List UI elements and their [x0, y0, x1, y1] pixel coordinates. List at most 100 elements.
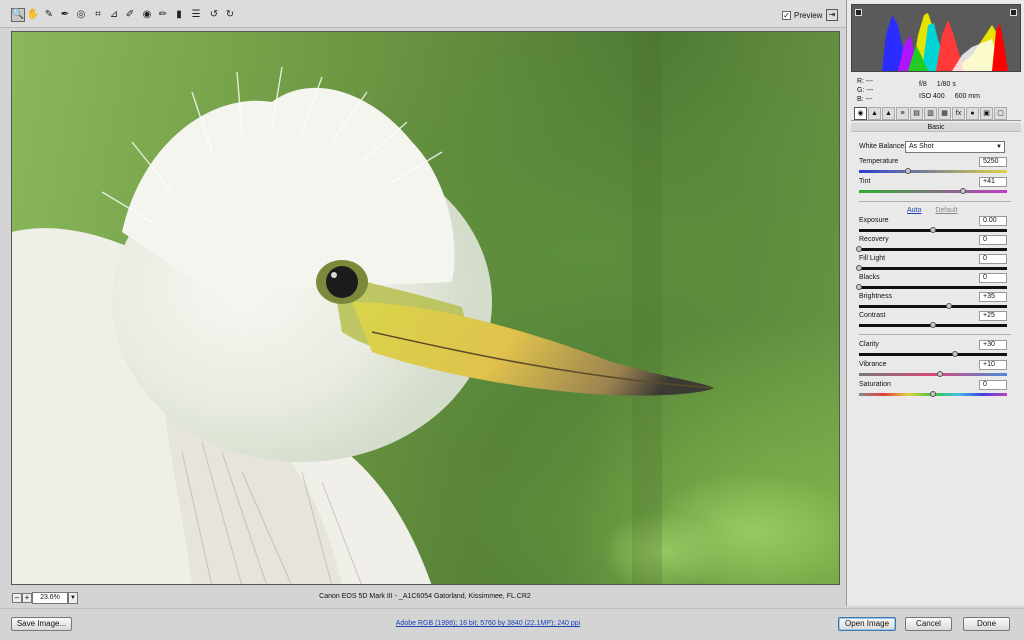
- fullscreen-mode-icon[interactable]: ⇥: [826, 9, 838, 21]
- tint-track[interactable]: [859, 190, 1007, 193]
- contrast-slider[interactable]: Contrast +25: [859, 311, 1007, 330]
- effects-tab-icon[interactable]: ▦: [938, 107, 951, 120]
- hsl-tab-icon[interactable]: ≡: [896, 107, 909, 120]
- white-balance-value: As Shot: [909, 143, 934, 150]
- blacks-label: Blacks: [859, 274, 880, 281]
- targeted-adjustment-tool-icon[interactable]: ◎: [74, 8, 88, 22]
- vibrance-thumb[interactable]: [937, 371, 944, 377]
- fx-tab-icon[interactable]: fx: [952, 107, 965, 120]
- shadow-clipping-warning-icon[interactable]: [855, 9, 862, 16]
- vibrance-label: Vibrance: [859, 361, 887, 368]
- camera-calibration-tab-icon[interactable]: ●: [966, 107, 979, 120]
- preferences-icon[interactable]: ☰: [189, 8, 203, 22]
- clarity-thumb[interactable]: [952, 351, 959, 357]
- straighten-tool-icon[interactable]: ⊿: [107, 8, 121, 22]
- done-button[interactable]: Done: [963, 617, 1010, 631]
- focal-length: 600 mm: [954, 93, 980, 100]
- camera-info: R: --- G: --- B: --- f/8 1/80 s ISO 400 60…: [857, 77, 1017, 105]
- zoom-tool-icon[interactable]: 🔍: [11, 8, 25, 22]
- hand-tool-icon[interactable]: ✋: [26, 8, 40, 22]
- spot-removal-tool-icon[interactable]: ✐: [123, 8, 137, 22]
- temperature-thumb[interactable]: [904, 168, 911, 174]
- highlight-clipping-warning-icon[interactable]: [1010, 9, 1017, 16]
- blacks-track[interactable]: [859, 286, 1007, 289]
- rotate-cw-icon[interactable]: ↻: [223, 8, 237, 22]
- save-image-button[interactable]: Save Image...: [11, 617, 72, 631]
- brightness-value-field[interactable]: +35: [979, 292, 1007, 302]
- exposure-value-field[interactable]: 0.00: [979, 216, 1007, 226]
- exposure-thumb[interactable]: [930, 227, 936, 233]
- default-link[interactable]: Default: [935, 207, 957, 214]
- clarity-track[interactable]: [859, 353, 1007, 356]
- brightness-track[interactable]: [859, 305, 1007, 308]
- preview-toggle[interactable]: ✓ Preview: [782, 9, 822, 21]
- temperature-value-field[interactable]: 5250: [979, 157, 1007, 167]
- vibrance-slider[interactable]: Vibrance +10: [859, 360, 1007, 379]
- saturation-value-field[interactable]: 0: [979, 380, 1007, 390]
- contrast-value-field[interactable]: +25: [979, 311, 1007, 321]
- fill-light-slider[interactable]: Fill Light 0: [856, 254, 1007, 273]
- temperature-slider[interactable]: Temperature 5250: [859, 157, 1007, 176]
- divider: [859, 334, 1011, 335]
- temperature-track[interactable]: [859, 170, 1007, 173]
- workflow-options-link[interactable]: Adobe RGB (1998); 16 bit; 5760 by 3840 (…: [330, 620, 646, 627]
- adjustment-brush-tool-icon[interactable]: ✏: [156, 8, 170, 22]
- lens-corrections-tab-icon[interactable]: ▥: [924, 107, 937, 120]
- fill-light-value-field[interactable]: 0: [979, 254, 1007, 264]
- preview-label: Preview: [794, 10, 823, 20]
- zoom-level-field[interactable]: 23.6%: [32, 592, 68, 604]
- auto-link[interactable]: Auto: [907, 207, 921, 214]
- graduated-filter-tool-icon[interactable]: ▮: [172, 8, 186, 22]
- snapshots-tab-icon[interactable]: ▢: [994, 107, 1007, 120]
- zoom-in-button[interactable]: +: [22, 593, 32, 603]
- basic-tab-icon[interactable]: ◉: [854, 107, 867, 120]
- blacks-thumb[interactable]: [856, 284, 862, 290]
- blacks-value-field[interactable]: 0: [979, 273, 1007, 283]
- open-image-button[interactable]: Open Image: [838, 617, 896, 631]
- red-eye-removal-tool-icon[interactable]: ◉: [140, 8, 154, 22]
- white-balance-select[interactable]: As Shot ▼: [905, 141, 1005, 153]
- cancel-button[interactable]: Cancel: [905, 617, 952, 631]
- clarity-slider[interactable]: Clarity +30: [859, 340, 1007, 359]
- recovery-slider[interactable]: Recovery 0: [856, 235, 1007, 254]
- saturation-label: Saturation: [859, 381, 891, 388]
- tint-slider[interactable]: Tint +41: [859, 177, 1007, 196]
- fill-light-label: Fill Light: [859, 255, 886, 262]
- fill-light-track[interactable]: [859, 267, 1007, 270]
- image-status-bar: – + 23.6% ▼ Canon EOS 5D Mark III - _A1C…: [0, 590, 846, 606]
- brightness-slider[interactable]: Brightness +35: [859, 292, 1007, 311]
- section-title: Basic: [851, 123, 1021, 132]
- vibrance-track[interactable]: [859, 373, 1007, 376]
- zoom-dropdown-icon[interactable]: ▼: [68, 592, 78, 604]
- recovery-value-field[interactable]: 0: [979, 235, 1007, 245]
- presets-tab-icon[interactable]: ▣: [980, 107, 993, 120]
- brightness-label: Brightness: [859, 293, 893, 300]
- clarity-value-field[interactable]: +30: [979, 340, 1007, 350]
- recovery-thumb[interactable]: [856, 246, 862, 252]
- tone-curve-tab-icon[interactable]: ▲: [868, 107, 881, 120]
- fill-light-thumb[interactable]: [856, 265, 862, 271]
- preview-checkbox[interactable]: ✓: [782, 10, 791, 20]
- tint-thumb[interactable]: [959, 188, 966, 194]
- white-balance-tool-icon[interactable]: ✎: [42, 8, 56, 22]
- recovery-track[interactable]: [859, 248, 1007, 251]
- vibrance-value-field[interactable]: +10: [979, 360, 1007, 370]
- divider: [859, 201, 1011, 202]
- detail-tab-icon[interactable]: ▲: [882, 107, 895, 120]
- iso: ISO 400: [919, 93, 945, 100]
- brightness-thumb[interactable]: [946, 303, 953, 309]
- exposure-slider[interactable]: Exposure 0.00: [859, 216, 1007, 235]
- color-sampler-tool-icon[interactable]: ✒: [58, 8, 72, 22]
- zoom-out-button[interactable]: –: [12, 593, 22, 603]
- rotate-ccw-icon[interactable]: ↺: [207, 8, 221, 22]
- contrast-thumb[interactable]: [930, 322, 936, 328]
- image-preview[interactable]: [11, 31, 840, 585]
- footer: Save Image... Adobe RGB (1998); 16 bit; …: [0, 608, 1024, 640]
- saturation-slider[interactable]: Saturation 0: [859, 380, 1007, 399]
- tint-value-field[interactable]: +41: [979, 177, 1007, 187]
- saturation-thumb[interactable]: [930, 391, 936, 397]
- blacks-slider[interactable]: Blacks 0: [856, 273, 1007, 292]
- chevron-down-icon: ▼: [996, 144, 1002, 150]
- split-toning-tab-icon[interactable]: ▤: [910, 107, 923, 120]
- crop-tool-icon[interactable]: ⌗: [91, 8, 105, 22]
